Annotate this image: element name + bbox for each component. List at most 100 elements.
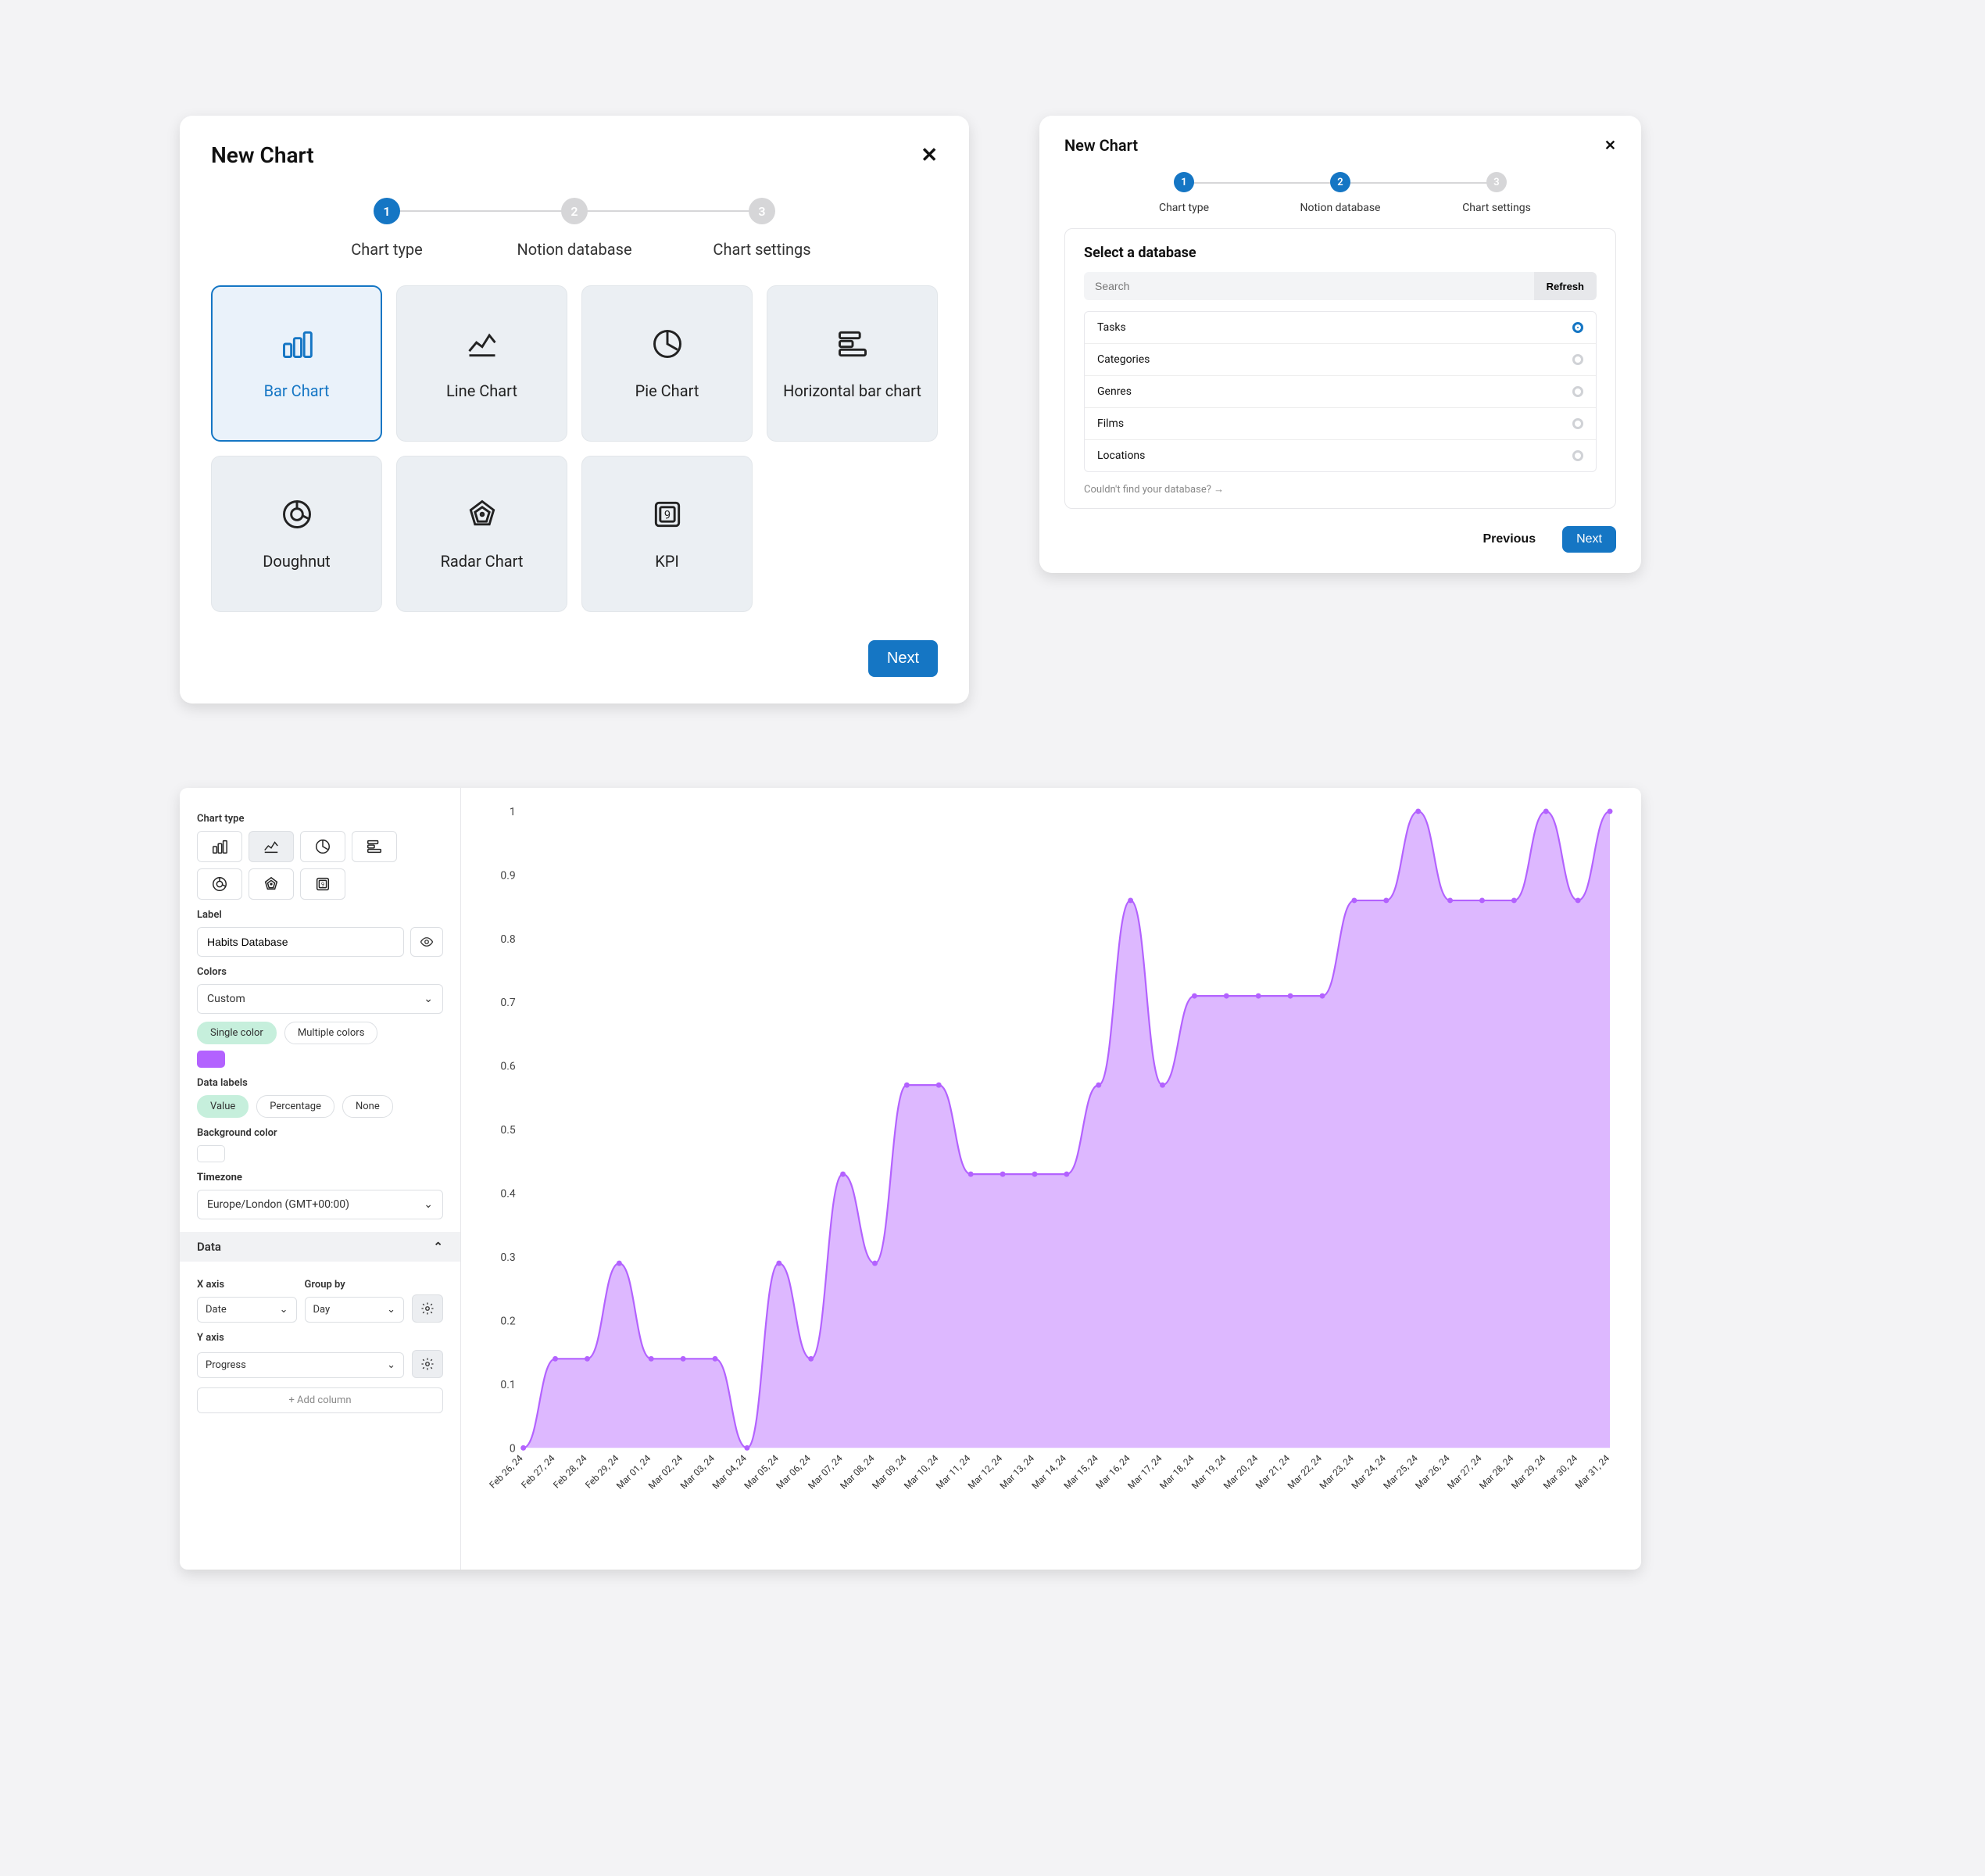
mini-type-pie[interactable] — [300, 831, 345, 862]
timezone-select[interactable]: Europe/London (GMT+00:00)⌄ — [197, 1190, 443, 1219]
radio-icon — [1572, 386, 1583, 397]
database-row-genres[interactable]: Genres — [1085, 375, 1596, 407]
svg-text:0: 0 — [510, 1442, 516, 1455]
tile-label: Pie Chart — [635, 381, 699, 400]
mini-type-line[interactable] — [249, 831, 294, 862]
chart-label-input[interactable] — [197, 927, 404, 957]
data-label-none[interactable]: None — [342, 1095, 393, 1118]
radio-icon — [1572, 354, 1583, 365]
step-notion-database: 2 Notion database — [481, 198, 668, 259]
chevron-down-icon: ⌄ — [387, 1359, 395, 1371]
tile-label: Radar Chart — [441, 552, 524, 571]
axis-settings-button[interactable] — [412, 1294, 443, 1323]
line-icon — [465, 327, 499, 361]
step-label: Notion database — [1300, 202, 1381, 214]
section-label: Background color — [197, 1127, 443, 1139]
hbar-icon — [835, 327, 870, 361]
colors-select[interactable]: Custom⌄ — [197, 984, 443, 1014]
step-dot: 1 — [1174, 172, 1194, 192]
mini-type-bar[interactable] — [197, 831, 242, 862]
stepper: 1Chart type2Notion database 3 Chart settin… — [1064, 172, 1616, 214]
database-row-categories[interactable]: Categories — [1085, 343, 1596, 375]
step-chart-type: 1Chart type — [293, 198, 481, 259]
database-row-films[interactable]: Films — [1085, 407, 1596, 439]
modal-title: New Chart — [211, 142, 314, 168]
mini-type-hbar[interactable] — [352, 831, 397, 862]
chart-type-kpi[interactable]: 9KPI — [581, 456, 753, 612]
section-label: Label — [197, 909, 443, 921]
svg-text:0.3: 0.3 — [500, 1251, 515, 1264]
step-dot: 2 — [561, 198, 588, 224]
visibility-toggle[interactable] — [410, 927, 443, 957]
y-axis-select[interactable]: Progress⌄ — [197, 1352, 404, 1378]
bg-swatch[interactable] — [197, 1145, 225, 1162]
database-row-tasks[interactable]: Tasks — [1085, 312, 1596, 343]
svg-text:0.2: 0.2 — [500, 1315, 515, 1327]
step-label: Chart settings — [1462, 202, 1531, 214]
chart-type-hbar[interactable]: Horizontal bar chart — [767, 285, 938, 442]
chevron-down-icon: ⌄ — [424, 1198, 433, 1211]
svg-text:0.1: 0.1 — [500, 1379, 515, 1391]
svg-text:9: 9 — [663, 508, 670, 522]
step-label: Chart settings — [713, 240, 810, 259]
group-by-select[interactable]: Day⌄ — [305, 1297, 405, 1323]
radar-icon — [465, 497, 499, 532]
pie-icon — [650, 327, 685, 361]
chart-type-radar[interactable]: Radar Chart — [396, 456, 567, 612]
chevron-down-icon: ⌄ — [387, 1304, 395, 1316]
multiple-colors-pill[interactable]: Multiple colors — [284, 1022, 378, 1044]
chart-type-line[interactable]: Line Chart — [396, 285, 567, 442]
color-swatch[interactable] — [197, 1051, 225, 1068]
refresh-button[interactable]: Refresh — [1534, 272, 1597, 300]
modal-title: New Chart — [1064, 136, 1138, 155]
step-label: Notion database — [517, 240, 631, 259]
x-axis-select[interactable]: Date⌄ — [197, 1297, 297, 1323]
chart-type-grid: Bar ChartLine Chart Pie Chart Horizontal b… — [211, 285, 938, 612]
radio-icon — [1572, 322, 1583, 333]
gear-icon — [420, 1357, 435, 1371]
next-button[interactable]: Next — [868, 640, 938, 677]
axis-settings-button[interactable] — [412, 1350, 443, 1378]
step-chart-settings: 3 Chart settings — [668, 198, 856, 259]
database-name: Genres — [1097, 385, 1132, 398]
close-icon[interactable]: ✕ — [921, 144, 938, 167]
data-label-percentage[interactable]: Percentage — [256, 1095, 334, 1118]
data-section-header[interactable]: Data⌃ — [180, 1232, 460, 1262]
step-dot: 3 — [749, 198, 775, 224]
single-color-pill[interactable]: Single color — [197, 1022, 277, 1044]
chart-type-bar[interactable]: Bar Chart — [211, 285, 382, 442]
svg-text:0.9: 0.9 — [500, 869, 515, 882]
svg-text:9: 9 — [321, 881, 324, 888]
database-name: Tasks — [1097, 321, 1126, 334]
previous-button[interactable]: Previous — [1469, 526, 1550, 553]
gear-icon — [420, 1301, 435, 1316]
mini-type-doughnut[interactable] — [197, 868, 242, 900]
field-label: Y axis — [197, 1332, 443, 1344]
step-label: Chart type — [351, 240, 423, 259]
database-name: Locations — [1097, 449, 1145, 462]
mini-type-kpi[interactable]: 9 — [300, 868, 345, 900]
step-notion-database: 2Notion database — [1262, 172, 1418, 214]
search-input[interactable] — [1084, 272, 1534, 300]
add-column-button[interactable]: + Add column — [197, 1387, 443, 1413]
chevron-up-icon: ⌃ — [433, 1240, 443, 1254]
panel-title: Select a database — [1084, 245, 1597, 261]
next-button[interactable]: Next — [1562, 526, 1616, 553]
database-row-locations[interactable]: Locations — [1085, 439, 1596, 471]
kpi-icon: 9 — [650, 497, 685, 532]
new-chart-modal-step2: New Chart ✕ 1Chart type2Notion database 3… — [1039, 116, 1641, 573]
chevron-down-icon: ⌄ — [280, 1304, 288, 1316]
svg-text:Feb 27, 24: Feb 27, 24 — [519, 1452, 557, 1491]
step-dot: 3 — [1486, 172, 1507, 192]
chart-type-pie[interactable]: Pie Chart — [581, 285, 753, 442]
data-label-value[interactable]: Value — [197, 1095, 249, 1118]
step-chart-type: 1Chart type — [1106, 172, 1262, 214]
mini-type-radar[interactable] — [249, 868, 294, 900]
section-label: Timezone — [197, 1172, 443, 1183]
chart-type-doughnut[interactable]: Doughnut — [211, 456, 382, 612]
database-hint-link[interactable]: Couldn't find your database? → — [1084, 483, 1597, 496]
close-icon[interactable]: ✕ — [1604, 138, 1616, 154]
chevron-down-icon: ⌄ — [424, 993, 433, 1005]
radio-icon — [1572, 450, 1583, 461]
chart-settings-panel: Chart type 9 Label Colors Custom⌄ Single… — [180, 788, 1641, 1570]
